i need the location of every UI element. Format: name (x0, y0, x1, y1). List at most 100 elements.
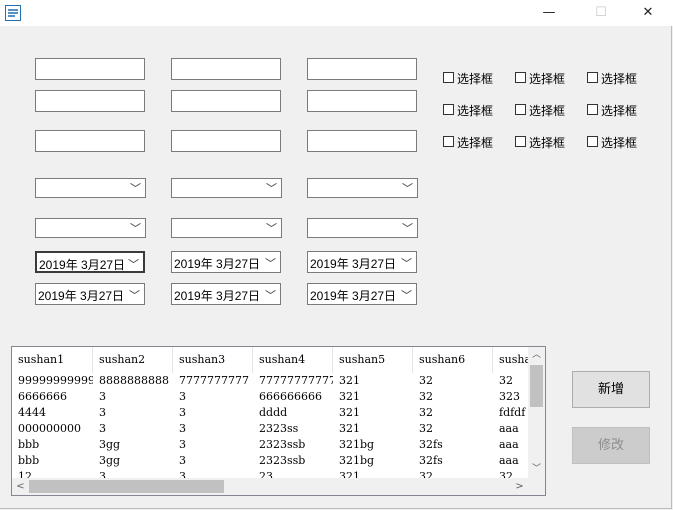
scroll-left-arrow-icon[interactable]: < (12, 478, 29, 495)
table-cell: 2323ssb (259, 454, 306, 467)
table-row[interactable]: 4444 3 3 dddd 321 32 fdfdf (12, 405, 545, 421)
text-field-7[interactable] (35, 130, 145, 152)
chevron-down-icon: ﹀ (130, 222, 141, 235)
chevron-down-icon: ﹀ (128, 258, 139, 271)
text-field-3[interactable] (307, 58, 417, 80)
chevron-down-icon: ﹀ (265, 289, 276, 302)
chevron-down-icon: ﹀ (401, 289, 412, 302)
data-list-view[interactable]: sushan1 sushan2 sushan3 sushan4 sushan5 … (11, 346, 546, 496)
column-header[interactable]: sushan5 (333, 347, 413, 373)
scroll-down-arrow-icon[interactable]: ﹀ (528, 461, 545, 478)
chevron-down-icon: ﹀ (402, 222, 413, 235)
horizontal-scroll-thumb[interactable] (29, 480, 224, 493)
checkbox-label: 选择框 (529, 72, 566, 86)
table-cell: 321bg (339, 454, 375, 467)
date-value: 2019年 3月27日 (39, 258, 126, 272)
date-picker-2[interactable]: 2019年 3月27日 ﹀ (171, 251, 281, 273)
table-cell: 321 (339, 390, 360, 403)
table-cell: 32fs (419, 438, 443, 451)
date-picker-1[interactable]: 2019年 3月27日 ﹀ (35, 251, 145, 273)
text-field-2[interactable] (171, 58, 281, 80)
date-picker-4[interactable]: 2019年 3月27日 ﹀ (35, 283, 145, 305)
scroll-up-arrow-icon[interactable]: ︿ (528, 347, 545, 364)
checkbox-label: 选择框 (529, 104, 566, 118)
chevron-down-icon: ﹀ (129, 289, 140, 302)
combo-box-1[interactable]: ﹀ (35, 178, 146, 198)
table-cell: 3 (99, 422, 106, 435)
table-cell: bbb (18, 454, 40, 467)
column-header[interactable]: sushan6 (413, 347, 493, 373)
vertical-scrollbar[interactable]: ︿ ﹀ (528, 347, 545, 478)
checkbox-square (587, 72, 598, 83)
table-row[interactable]: 999999999999 8888888888 7777777777 77777… (12, 373, 545, 389)
app-icon (5, 5, 21, 21)
date-value: 2019年 3月27日 (310, 257, 397, 271)
close-button[interactable]: ✕ (633, 0, 663, 26)
date-picker-5[interactable]: 2019年 3月27日 ﹀ (171, 283, 281, 305)
text-field-6[interactable] (307, 90, 417, 112)
combo-box-5[interactable]: ﹀ (171, 218, 282, 238)
vertical-scroll-thumb[interactable] (530, 365, 543, 407)
add-button[interactable]: 新增 (572, 371, 650, 408)
date-value: 2019年 3月27日 (174, 257, 261, 271)
text-field-9[interactable] (307, 130, 417, 152)
table-row[interactable]: 6666666 3 3 666666666 321 32 323 (12, 389, 545, 405)
title-bar: — ☐ ✕ (0, 0, 673, 26)
table-cell: 321 (339, 422, 360, 435)
table-cell: 000000000 (18, 422, 81, 435)
checkbox-label: 选择框 (601, 104, 638, 118)
column-header[interactable]: sushan4 (253, 347, 333, 373)
chevron-down-icon: ﹀ (401, 257, 412, 270)
text-field-8[interactable] (171, 130, 281, 152)
table-cell: 32fs (419, 454, 443, 467)
combo-box-2[interactable]: ﹀ (171, 178, 282, 198)
checkbox-square (443, 104, 454, 115)
scroll-right-arrow-icon[interactable]: > (511, 478, 528, 495)
table-row[interactable]: 000000000 3 3 2323ss 321 32 aaa (12, 421, 545, 437)
checkbox-square (515, 136, 526, 147)
table-cell: 999999999999 (18, 374, 93, 387)
combo-box-3[interactable]: ﹀ (307, 178, 418, 198)
table-cell: bbb (18, 438, 40, 451)
table-cell: 321 (339, 374, 360, 387)
table-row[interactable]: bbb 3gg 3 2323ssb 321bg 32fs aaa (12, 437, 545, 453)
text-field-5[interactable] (171, 90, 281, 112)
horizontal-scrollbar[interactable]: < > (12, 478, 528, 495)
scroll-corner (528, 478, 545, 495)
table-cell: 3 (179, 422, 186, 435)
table-cell: 3gg (99, 438, 121, 451)
chevron-down-icon: ﹀ (266, 182, 277, 195)
checkbox-label: 选择框 (601, 136, 638, 150)
text-field-1[interactable] (35, 58, 145, 80)
maximize-button: ☐ (595, 5, 607, 20)
checkbox-square (587, 104, 598, 115)
list-header: sushan1 sushan2 sushan3 sushan4 sushan5 … (12, 347, 545, 373)
checkbox-square (443, 136, 454, 147)
chevron-down-icon: ﹀ (265, 257, 276, 270)
combo-box-6[interactable]: ﹀ (307, 218, 418, 238)
table-cell: 2323ss (259, 422, 299, 435)
checkbox-label: 选择框 (601, 72, 638, 86)
table-cell: 77777777777 (259, 374, 333, 387)
checkbox-square (587, 136, 598, 147)
table-cell: 321bg (339, 438, 375, 451)
table-cell: 8888888888 (99, 374, 169, 387)
chevron-down-icon: ﹀ (402, 182, 413, 195)
column-header[interactable]: sushan3 (173, 347, 253, 373)
text-field-4[interactable] (35, 90, 145, 112)
table-cell: 32 (419, 374, 433, 387)
checkbox-label: 选择框 (529, 136, 566, 150)
table-row[interactable]: bbb 3gg 3 2323ssb 321bg 32fs aaa (12, 453, 545, 469)
table-cell: 3 (179, 390, 186, 403)
combo-box-4[interactable]: ﹀ (35, 218, 146, 238)
table-cell: 3 (99, 406, 106, 419)
checkbox-square (515, 104, 526, 115)
table-cell: 3 (99, 390, 106, 403)
checkbox-label: 选择框 (457, 104, 494, 118)
column-header[interactable]: sushan2 (93, 347, 173, 373)
column-header[interactable]: sushan1 (12, 347, 93, 373)
table-cell: 3gg (99, 454, 121, 467)
date-picker-6[interactable]: 2019年 3月27日 ﹀ (307, 283, 417, 305)
minimize-button[interactable]: — (534, 0, 564, 26)
date-picker-3[interactable]: 2019年 3月27日 ﹀ (307, 251, 417, 273)
